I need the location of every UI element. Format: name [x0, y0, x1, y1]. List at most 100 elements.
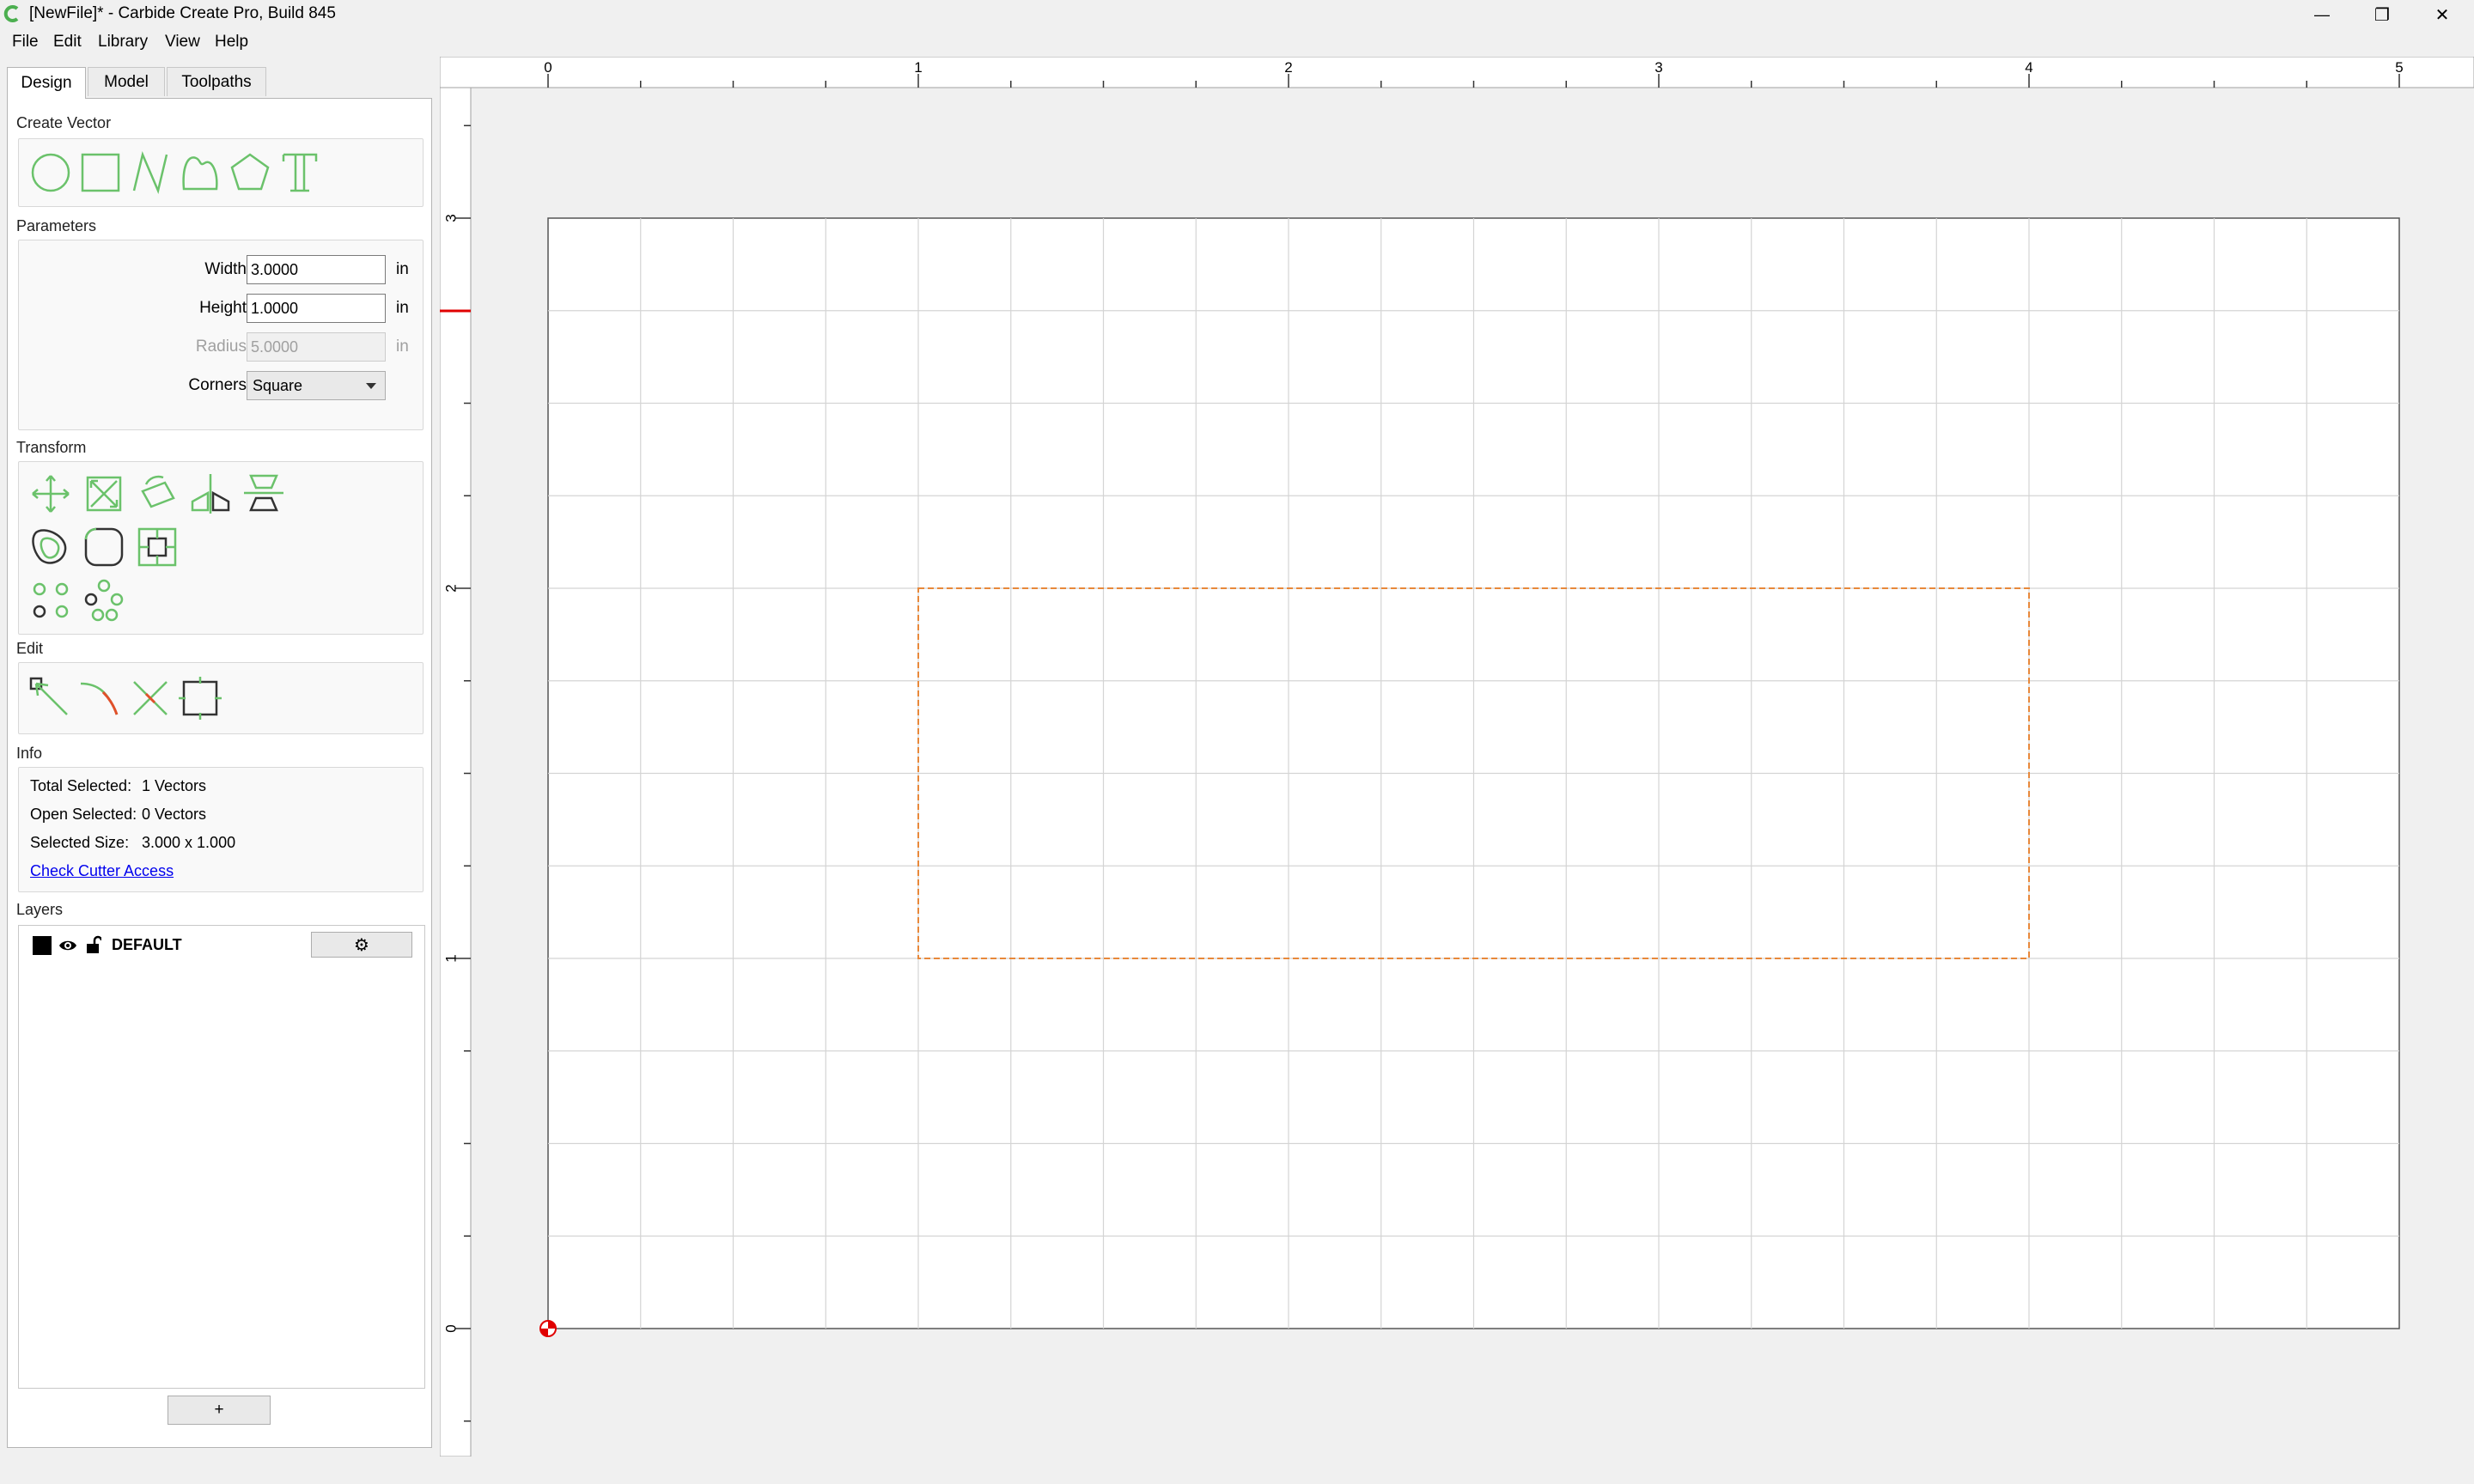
ruler-top-bg: [440, 57, 2474, 88]
trim-button[interactable]: [77, 675, 124, 721]
open-selected-label: Open Selected:: [30, 806, 137, 823]
tab-model[interactable]: Model: [88, 67, 165, 96]
ruler-left-label: 2: [442, 584, 459, 592]
mirror-button[interactable]: [187, 471, 234, 517]
canvas-svg[interactable]: 0 1 2 3 4 5 3 2 1 0: [440, 57, 2474, 1457]
menu-library[interactable]: Library: [98, 33, 148, 52]
cut-lines-icon: [133, 681, 168, 715]
menu-help[interactable]: Help: [215, 33, 248, 52]
polyline-icon: [132, 151, 168, 194]
create-vector-heading: Create Vector: [16, 114, 112, 131]
ruler-left-label: 0: [442, 1324, 459, 1332]
minimize-button[interactable]: —: [2292, 0, 2352, 29]
polyline-tool-button[interactable]: [127, 149, 174, 196]
boundary-button[interactable]: [177, 675, 223, 721]
layers-list: DEFAULT ⚙: [18, 925, 425, 1389]
circle-icon: [31, 153, 70, 192]
carbide-app-icon: [3, 5, 19, 22]
polygon-icon: [230, 153, 270, 191]
tab-toolpaths[interactable]: Toolpaths: [167, 67, 266, 96]
rotate-button[interactable]: [134, 471, 180, 517]
menu-file[interactable]: File: [12, 33, 39, 52]
height-label: Height: [199, 299, 247, 317]
cut-button[interactable]: [127, 675, 174, 721]
polygon-tool-button[interactable]: [227, 149, 273, 196]
eye-icon[interactable]: [58, 938, 77, 953]
minimize-icon: —: [2314, 5, 2330, 23]
origin-marker: [539, 1320, 557, 1337]
add-layer-button[interactable]: +: [168, 1396, 271, 1425]
edit-heading: Edit: [16, 640, 44, 657]
center-align-button[interactable]: [134, 524, 180, 570]
node-edit-button[interactable]: [27, 675, 74, 721]
ruler-left-label: 3: [442, 214, 459, 222]
ruler-top-label: 0: [544, 59, 551, 76]
circular-array-icon: [84, 579, 124, 622]
title-bar: [NewFile]* - Carbide Create Pro, Build 8…: [0, 0, 2474, 29]
text-icon: [282, 153, 318, 192]
circular-array-button[interactable]: [81, 577, 127, 623]
trim-icon: [80, 682, 119, 715]
scale-icon: [86, 476, 122, 512]
layer-name: DEFAULT: [112, 936, 182, 953]
corners-dropdown[interactable]: Square: [247, 371, 386, 400]
layer-settings-button[interactable]: ⚙: [311, 932, 412, 958]
mirror-icon: [191, 474, 230, 514]
width-label: Width: [204, 260, 247, 278]
gear-icon: ⚙: [354, 935, 369, 955]
transform-group: [18, 461, 424, 635]
restore-icon: ❐: [2374, 5, 2390, 25]
rectangle-icon: [81, 153, 120, 192]
rectangle-tool-button[interactable]: [77, 149, 124, 196]
chevron-down-icon: [366, 383, 376, 389]
ruler-top-label: 4: [2025, 59, 2032, 76]
layer-row[interactable]: DEFAULT ⚙: [19, 926, 424, 960]
move-icon: [32, 475, 70, 513]
create-vector-group: [18, 138, 424, 207]
offset-icon: [32, 529, 67, 564]
menu-edit[interactable]: Edit: [53, 33, 82, 52]
ruler-top: 0 1 2 3 4 5: [440, 57, 2474, 88]
check-cutter-access-link[interactable]: Check Cutter Access: [30, 862, 174, 880]
restore-button[interactable]: ❐: [2352, 0, 2412, 29]
node-edit-icon: [29, 677, 68, 715]
circle-tool-button[interactable]: [27, 149, 74, 196]
ruler-left: 3 2 1 0: [440, 87, 472, 1457]
total-selected-label: Total Selected:: [30, 777, 132, 794]
ruler-top-label: 5: [2395, 59, 2403, 76]
move-button[interactable]: [27, 471, 74, 517]
corners-label: Corners: [188, 376, 247, 394]
stock-area[interactable]: [547, 217, 2400, 1329]
text-tool-button[interactable]: [277, 149, 323, 196]
scale-button[interactable]: [81, 471, 127, 517]
layer-color-swatch[interactable]: [33, 936, 52, 955]
rotate-icon: [141, 475, 175, 508]
radius-input: [247, 332, 386, 362]
close-button[interactable]: ✕: [2412, 0, 2472, 29]
close-icon: ✕: [2434, 5, 2450, 25]
align-button[interactable]: [241, 471, 287, 517]
corners-value: Square: [253, 376, 303, 394]
fillet-icon: [84, 527, 124, 567]
fillet-button[interactable]: [81, 524, 127, 570]
grid-array-button[interactable]: [27, 577, 74, 623]
ruler-left-bg: [440, 87, 472, 1457]
height-unit: in: [396, 299, 409, 317]
width-input[interactable]: [247, 255, 386, 284]
total-selected-value: 1 Vectors: [142, 777, 207, 794]
unlock-icon[interactable]: [86, 935, 101, 954]
selected-size-value: 3.000 x 1.000: [142, 834, 236, 851]
design-canvas[interactable]: 0 1 2 3 4 5 3 2 1 0: [440, 57, 2474, 1457]
window-title: [NewFile]* - Carbide Create Pro, Build 8…: [29, 4, 336, 22]
menu-view[interactable]: View: [165, 33, 200, 52]
tab-design[interactable]: Design: [7, 67, 86, 99]
align-icon: [244, 474, 283, 512]
layers-heading: Layers: [16, 901, 64, 918]
ruler-top-label: 2: [1284, 59, 1292, 76]
open-selected-value: 0 Vectors: [142, 806, 207, 823]
ruler-top-label: 1: [914, 59, 922, 76]
offset-button[interactable]: [27, 524, 74, 570]
curve-icon: [182, 156, 218, 191]
curve-tool-button[interactable]: [177, 149, 223, 196]
height-input[interactable]: [247, 294, 386, 323]
